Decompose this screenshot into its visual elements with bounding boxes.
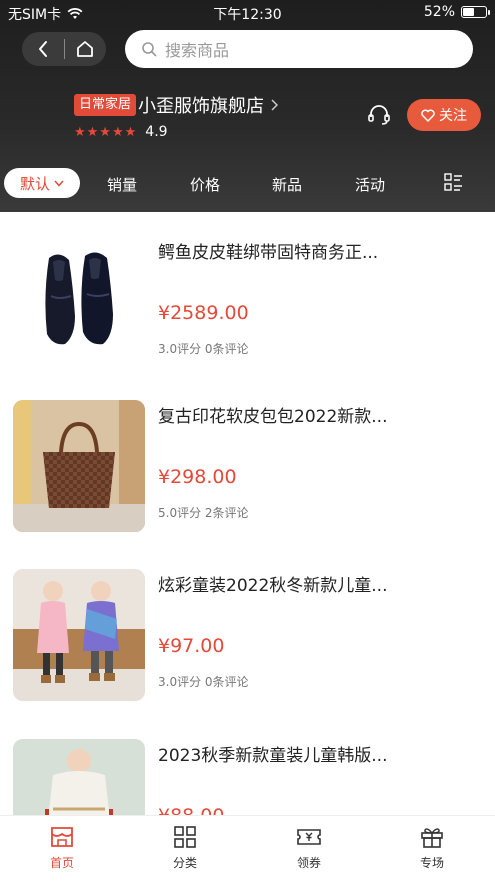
grid-icon	[174, 826, 196, 848]
clock: 下午12:30	[213, 7, 282, 23]
nav-capsule	[22, 32, 106, 66]
product-price: ¥298.00	[158, 466, 237, 488]
tab-coupons[interactable]: 领券	[279, 824, 339, 871]
nav-row: 搜索商品	[0, 30, 495, 72]
tab-label: 专场	[419, 856, 444, 870]
product-item[interactable]: 复古印花软皮包包2022新款... ¥298.00 5.0评分 2条评论	[0, 400, 495, 570]
product-meta: 3.0评分 0条评论	[158, 342, 249, 356]
home-button[interactable]	[64, 32, 106, 66]
store-header: 无SIM卡 下午12:30 52% 搜索商品 日常家居 小歪服饰旗舰店 ★★★★…	[0, 0, 495, 212]
kids-image	[13, 569, 145, 701]
follow-button[interactable]: 关注	[407, 99, 481, 131]
store-name: 小歪服饰旗舰店	[138, 96, 264, 117]
tab-home[interactable]: 首页	[32, 824, 92, 871]
product-price: ¥97.00	[158, 635, 225, 657]
jacket-image	[13, 739, 145, 815]
list-layout-icon	[444, 173, 462, 191]
product-item[interactable]: 炫彩童装2022秋冬新款儿童... ¥97.00 3.0评分 0条评论	[0, 569, 495, 739]
product-meta: 3.0评分 0条评论	[158, 675, 249, 689]
back-button[interactable]	[22, 32, 64, 66]
search-icon	[142, 42, 157, 57]
rating-score: 4.9	[145, 124, 168, 140]
follow-label: 关注	[439, 108, 467, 124]
gift-icon	[421, 828, 443, 848]
store-name-link[interactable]: 小歪服饰旗舰店	[138, 92, 278, 118]
tab-category[interactable]: 分类	[155, 824, 215, 871]
sort-sales[interactable]: 销量	[107, 174, 137, 195]
store-rating: ★★★★★ 4.9	[74, 124, 168, 140]
layout-toggle-button[interactable]	[443, 172, 465, 194]
sort-default-label: 默认	[19, 174, 50, 193]
customer-service-button[interactable]	[366, 102, 392, 128]
chevron-left-icon	[38, 41, 47, 57]
store-page: 无SIM卡 下午12:30 52% 搜索商品 日常家居 小歪服饰旗舰店 ★★★★…	[0, 0, 495, 881]
product-image-shoes	[13, 236, 145, 368]
product-list: 鳄鱼皮皮鞋绑带固特商务正... ¥2589.00 3.0评分 0条评论 复古印花…	[0, 212, 495, 815]
product-price: ¥88.00	[158, 805, 224, 815]
chevron-down-icon	[54, 180, 64, 187]
status-bar: 无SIM卡 下午12:30 52%	[0, 0, 495, 26]
product-price: ¥2589.00	[158, 302, 249, 324]
product-title: 2023秋季新款童装儿童韩版...	[158, 746, 388, 766]
product-meta: 5.0评分 2条评论	[158, 506, 249, 520]
search-placeholder: 搜索商品	[165, 41, 230, 60]
sort-price[interactable]: 价格	[190, 174, 220, 195]
product-image-jacket	[13, 739, 145, 815]
headset-icon	[368, 105, 390, 125]
sort-new[interactable]: 新品	[272, 174, 302, 195]
tab-label: 分类	[172, 856, 197, 870]
product-image-kids	[13, 569, 145, 701]
store-category-tag: 日常家居	[74, 94, 137, 116]
product-item[interactable]: 2023秋季新款童装儿童韩版... ¥88.00	[0, 739, 495, 815]
battery-percent: 52%	[423, 4, 455, 20]
search-input[interactable]: 搜索商品	[125, 30, 473, 68]
store-info: 日常家居 小歪服饰旗舰店 ★★★★★ 4.9 关注	[0, 88, 495, 148]
sort-default-dropdown[interactable]: 默认	[4, 168, 80, 198]
chevron-right-icon	[271, 99, 278, 111]
sort-promotion[interactable]: 活动	[355, 174, 385, 195]
shoes-image	[45, 252, 113, 345]
sort-bar: 默认 销量 价格 新品 活动	[0, 166, 495, 202]
shop-icon	[51, 827, 73, 847]
tab-label: 首页	[49, 856, 74, 870]
tab-special[interactable]: 专场	[402, 824, 462, 871]
battery-icon	[461, 6, 490, 18]
heart-icon	[421, 108, 435, 122]
product-title: 炫彩童装2022秋冬新款儿童...	[158, 576, 388, 596]
bottom-tab-bar: 首页 分类 领券 专场	[0, 815, 495, 881]
product-title: 复古印花软皮包包2022新款...	[158, 407, 388, 427]
product-title: 鳄鱼皮皮鞋绑带固特商务正...	[158, 243, 379, 263]
bag-image	[13, 400, 145, 532]
home-icon	[77, 41, 94, 57]
coupon-icon	[297, 829, 321, 845]
product-image-bag	[13, 400, 145, 532]
battery-level	[463, 8, 474, 16]
rating-stars: ★★★★★	[74, 124, 138, 140]
tab-label: 领券	[296, 856, 321, 870]
product-item[interactable]: 鳄鱼皮皮鞋绑带固特商务正... ¥2589.00 3.0评分 0条评论	[0, 236, 495, 406]
